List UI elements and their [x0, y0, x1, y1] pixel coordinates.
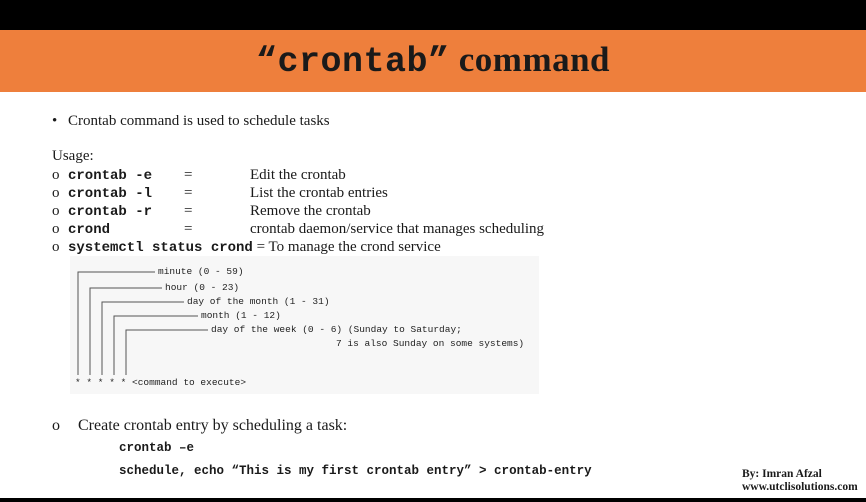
usage-item: o crontab -e = Edit the crontab	[52, 166, 346, 184]
usage-description: List the crontab entries	[250, 185, 388, 201]
title-command: “crontab”	[255, 42, 450, 82]
hour-label: hour (0 - 23)	[165, 282, 240, 293]
equals-sign: =	[184, 167, 193, 183]
author-site: www.utclisolutions.com	[742, 481, 858, 493]
usage-command: crontab -l	[68, 186, 153, 202]
day-of-month-label: day of the month (1 - 31)	[187, 296, 330, 307]
slide-title: “crontab” command	[256, 40, 610, 82]
title-word: command	[458, 40, 611, 79]
item-marker: o	[52, 417, 60, 434]
intro-bullet: • Crontab command is used to schedule tas…	[52, 113, 330, 130]
top-black-bar	[0, 0, 866, 30]
item-marker: o	[52, 167, 60, 183]
cron-stars-line: * * * * * <command to execute>	[75, 377, 247, 388]
equals-sign: =	[184, 221, 193, 237]
systemctl-command: systemctl status crond	[68, 240, 253, 256]
month-line	[113, 315, 198, 375]
item-marker: o	[52, 221, 60, 237]
usage-label: Usage:	[52, 148, 94, 164]
author-credit: By: Imran Afzal www.utclisolutions.com	[742, 468, 858, 494]
usage-description: Edit the crontab	[250, 167, 346, 183]
create-entry-bullet: o Create crontab entry by scheduling a ta…	[52, 417, 347, 435]
bottom-black-bar	[0, 498, 866, 502]
usage-item-systemctl: o systemctl status crond = To manage the …	[52, 238, 441, 256]
item-marker: o	[52, 239, 60, 255]
usage-item: o crontab -r = Remove the crontab	[52, 202, 371, 220]
usage-item: o crontab -l = List the crontab entries	[52, 184, 388, 202]
usage-item: o crond = crontab daemon/service that manag…	[52, 220, 544, 238]
usage-description: Remove the crontab	[250, 203, 371, 219]
equals-sign: =	[184, 185, 193, 201]
usage-description: crontab daemon/service that manages sche…	[250, 221, 545, 237]
code-schedule-echo: schedule, echo “This is my first crontab…	[119, 464, 592, 478]
cron-format-diagram: minute (0 - 59) hour (0 - 23) day of the…	[70, 256, 539, 394]
item-marker: o	[52, 203, 60, 219]
day-of-week-note: 7 is also Sunday on some systems)	[336, 338, 525, 349]
minute-label: minute (0 - 59)	[158, 266, 244, 277]
systemctl-description: = To manage the crond service	[252, 239, 441, 255]
code-crontab-e: crontab –e	[119, 441, 195, 455]
author-name: By: Imran Afzal	[742, 468, 822, 480]
equals-sign: =	[184, 203, 193, 219]
item-marker: o	[52, 185, 60, 201]
usage-command: crontab -r	[68, 204, 153, 220]
usage-command: crond	[68, 222, 111, 238]
usage-command: crontab -e	[68, 168, 153, 184]
day-of-week-label: day of the week (0 - 6) (Sunday to Satur…	[211, 324, 462, 335]
title-banner: “crontab” command	[0, 30, 866, 92]
create-text: Create crontab entry by scheduling a tas…	[78, 417, 348, 434]
dow-line	[125, 329, 208, 375]
month-label: month (1 - 12)	[201, 310, 281, 321]
intro-text: Crontab command is used to schedule task…	[68, 113, 330, 129]
bullet-marker: •	[52, 113, 58, 129]
